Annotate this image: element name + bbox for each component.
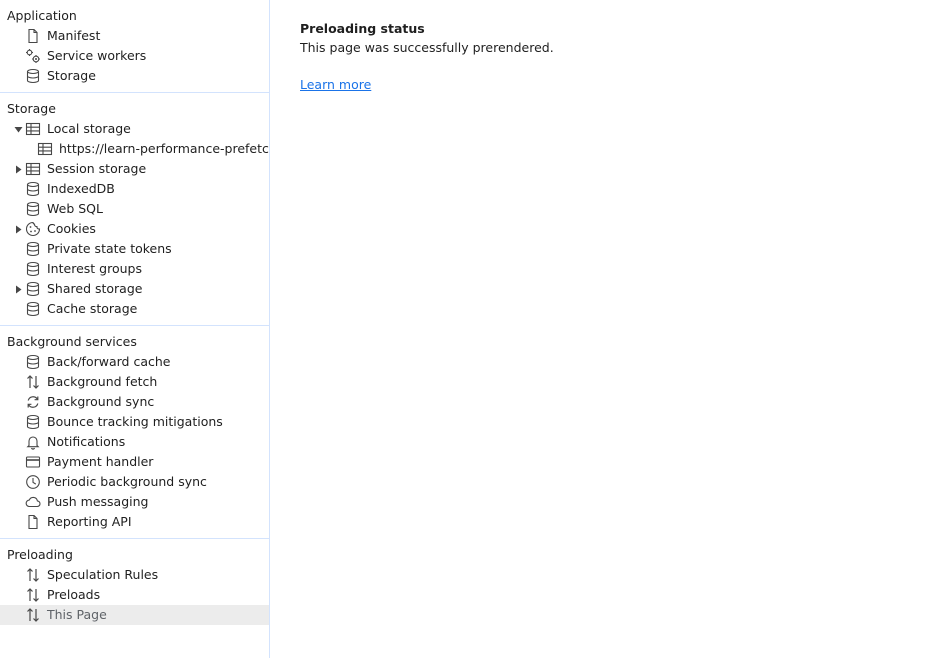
- sidebar-item-reporting-api[interactable]: Reporting API: [0, 512, 269, 532]
- sidebar-item-label: Reporting API: [47, 514, 132, 529]
- arrows-up-down-icon: [25, 587, 41, 603]
- arrows-up-down-icon: [25, 567, 41, 583]
- bell-icon: [25, 434, 41, 450]
- table-icon: [25, 121, 41, 137]
- sync-icon: [25, 394, 41, 410]
- section-title-application: Application: [7, 8, 77, 23]
- file-icon: [25, 28, 41, 44]
- gears-icon: [25, 48, 41, 64]
- database-icon: [25, 261, 41, 277]
- sidebar-item-storage[interactable]: Storage: [0, 66, 269, 86]
- sidebar-item-web-sql[interactable]: Web SQL: [0, 199, 269, 219]
- sidebar-item-periodic-background-sync[interactable]: Periodic background sync: [0, 472, 269, 492]
- sidebar-item-label: Cache storage: [47, 301, 138, 316]
- sidebar-item-label: Private state tokens: [47, 241, 172, 256]
- sidebar-item-cache-storage[interactable]: Cache storage: [0, 299, 269, 319]
- file-icon: [25, 514, 41, 530]
- sidebar-item-label: This Page: [47, 607, 107, 622]
- sidebar-item-this-page[interactable]: This Page: [0, 605, 269, 625]
- sidebar-item-label: Local storage: [47, 121, 131, 136]
- arrows-up-down-icon: [25, 374, 41, 390]
- sidebar-item-manifest[interactable]: Manifest: [0, 26, 269, 46]
- section-storage: Storage Local storage https://learn-perf…: [0, 93, 269, 326]
- sidebar-item-label: Payment handler: [47, 454, 154, 469]
- sidebar-item-label: Background fetch: [47, 374, 158, 389]
- sidebar-item-label: IndexedDB: [47, 181, 115, 196]
- triangle-right-icon[interactable]: [13, 159, 23, 179]
- sidebar-item-label: Background sync: [47, 394, 155, 409]
- sidebar-item-label: Periodic background sync: [47, 474, 207, 489]
- sidebar-item-session-storage[interactable]: Session storage: [0, 159, 269, 179]
- sidebar-item-label: Notifications: [47, 434, 126, 449]
- sidebar-item-indexeddb[interactable]: IndexedDB: [0, 179, 269, 199]
- section-preloading: Preloading Speculation Rules Preloads Th…: [0, 539, 269, 631]
- sidebar-item-label: Push messaging: [47, 494, 149, 509]
- section-application: Application Manifest Service workers Sto…: [0, 0, 269, 93]
- arrows-up-down-icon: [25, 607, 41, 623]
- sidebar-item-label: https://learn-performance-prefetch-pre: [59, 141, 269, 156]
- sidebar-item-label: Speculation Rules: [47, 567, 159, 582]
- sidebar-item-bounce-tracking-mitigations[interactable]: Bounce tracking mitigations: [0, 412, 269, 432]
- sidebar-item-interest-groups[interactable]: Interest groups: [0, 259, 269, 279]
- sidebar-item-payment-handler[interactable]: Payment handler: [0, 452, 269, 472]
- database-icon: [25, 281, 41, 297]
- main-panel: Preloading status This page was successf…: [270, 0, 938, 658]
- section-title-storage: Storage: [7, 101, 56, 116]
- sidebar-item-local-storage[interactable]: Local storage: [0, 119, 269, 139]
- database-icon: [25, 201, 41, 217]
- database-icon: [25, 414, 41, 430]
- sidebar-item-cookies[interactable]: Cookies: [0, 219, 269, 239]
- section-background-services: Background services Back/forward cache B…: [0, 326, 269, 539]
- sidebar-item-label: Session storage: [47, 161, 147, 176]
- sidebar-item-label: Bounce tracking mitigations: [47, 414, 223, 429]
- cookie-icon: [25, 221, 41, 237]
- clock-icon: [25, 474, 41, 490]
- section-title-background-services: Background services: [7, 334, 137, 349]
- sidebar-item-push-messaging[interactable]: Push messaging: [0, 492, 269, 512]
- sidebar-item-label: Back/forward cache: [47, 354, 171, 369]
- triangle-right-icon[interactable]: [13, 219, 23, 239]
- sidebar-item-service-workers[interactable]: Service workers: [0, 46, 269, 66]
- sidebar-item-notifications[interactable]: Notifications: [0, 432, 269, 452]
- database-icon: [25, 181, 41, 197]
- sidebar-item-label: Service workers: [47, 48, 147, 63]
- database-icon: [25, 301, 41, 317]
- sidebar-item-private-state-tokens[interactable]: Private state tokens: [0, 239, 269, 259]
- table-icon: [25, 161, 41, 177]
- database-icon: [25, 68, 41, 84]
- database-icon: [25, 354, 41, 370]
- sidebar-item-back-forward-cache[interactable]: Back/forward cache: [0, 352, 269, 372]
- section-title-preloading: Preloading: [7, 547, 73, 562]
- database-icon: [25, 241, 41, 257]
- sidebar-item-label: Storage: [47, 68, 96, 83]
- sidebar-item-label: Web SQL: [47, 201, 103, 216]
- credit-card-icon: [25, 454, 41, 470]
- learn-more-link[interactable]: Learn more: [300, 77, 371, 92]
- sidebar-item-speculation-rules[interactable]: Speculation Rules: [0, 565, 269, 585]
- sidebar-item-shared-storage[interactable]: Shared storage: [0, 279, 269, 299]
- preloading-status-title: Preloading status: [300, 21, 425, 36]
- sidebar-item-label: Manifest: [47, 28, 101, 43]
- table-icon: [37, 141, 53, 157]
- sidebar-item-label: Preloads: [47, 587, 101, 602]
- sidebar-item-label: Shared storage: [47, 281, 143, 296]
- preloading-status-text: This page was successfully prerendered.: [300, 40, 554, 55]
- sidebar-item-label: Interest groups: [47, 261, 142, 276]
- sidebar-item-label: Cookies: [47, 221, 96, 236]
- sidebar-item-local-storage-origin[interactable]: https://learn-performance-prefetch-pre: [0, 139, 269, 159]
- triangle-down-icon[interactable]: [13, 119, 23, 139]
- cloud-icon: [25, 494, 41, 510]
- sidebar-item-background-sync[interactable]: Background sync: [0, 392, 269, 412]
- triangle-right-icon[interactable]: [13, 279, 23, 299]
- sidebar: Application Manifest Service workers Sto…: [0, 0, 270, 658]
- sidebar-item-preloads[interactable]: Preloads: [0, 585, 269, 605]
- sidebar-item-background-fetch[interactable]: Background fetch: [0, 372, 269, 392]
